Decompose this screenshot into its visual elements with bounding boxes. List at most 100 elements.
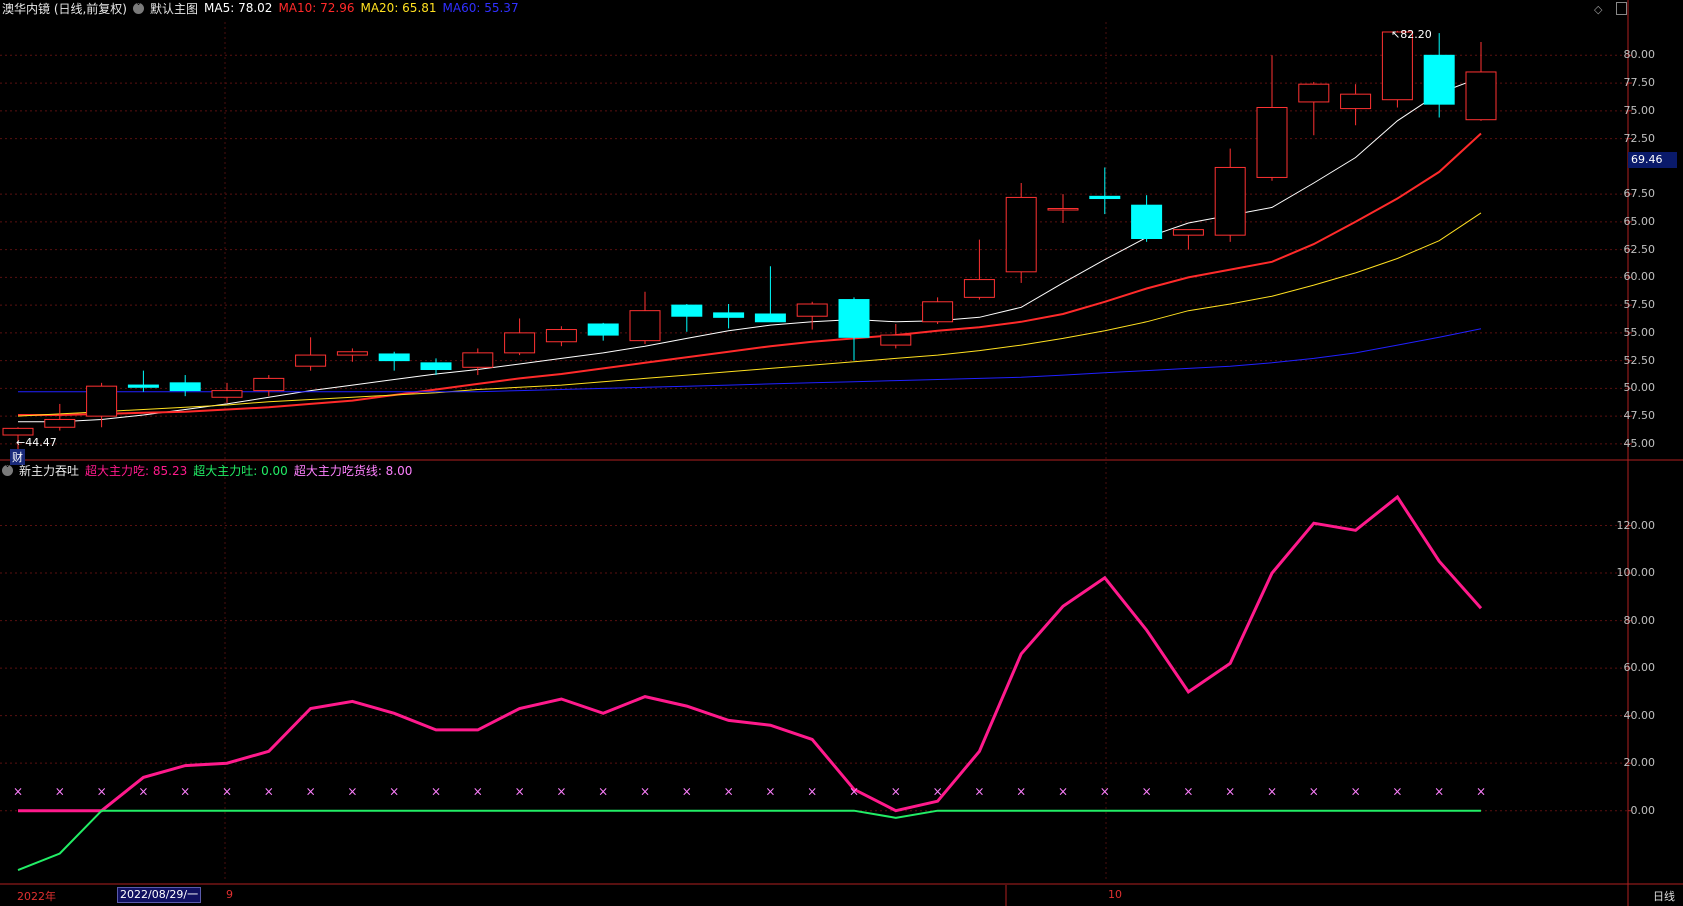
month-10-label: 10 [1108,888,1122,901]
price-tick-label: 45.00 [1623,436,1656,450]
eat-line-marker: × [222,785,232,799]
eat-line-marker: × [1392,785,1402,799]
price-tick-label: 60.00 [1623,270,1656,284]
price-tick-label: 57.50 [1623,298,1656,312]
candlestick [671,304,703,332]
candlestick [796,301,828,330]
candle-body [838,299,870,338]
candle-body [713,312,745,318]
price-tick-label: 72.50 [1623,131,1656,145]
eat-line-marker: × [1183,785,1193,799]
candlestick [838,297,870,361]
eat-line-marker: × [1058,785,1068,799]
candlestick [1298,81,1330,136]
candlestick [253,375,285,397]
eat-label: 超大主力吃: 85.23 [85,463,188,478]
eat-line-marker: × [389,785,399,799]
candlestick [169,375,201,397]
candle-body [1381,31,1413,101]
candle-body [2,427,34,436]
eat-line-marker: × [1434,785,1444,799]
candle-body [1131,204,1163,239]
ma20-label: MA20: 65.81 [360,1,437,15]
circle-chevron-icon[interactable]: ˅ [133,2,144,14]
price-tick-label: 55.00 [1623,325,1656,339]
eat-line-marker: × [347,785,357,799]
eat-line-marker: × [1351,785,1361,799]
eat-line-marker: × [55,785,65,799]
eat-line-marker: × [13,785,23,799]
eat-line-marker: × [974,785,984,799]
period-button[interactable]: 日线 [1653,888,1675,904]
circle-chevron-icon[interactable]: ˅ [2,464,13,476]
eat-line-marker: × [682,785,692,799]
price-tick-label: 67.50 [1623,187,1656,201]
candle-body [1298,83,1330,103]
price-tick-label: 75.00 [1623,103,1656,117]
eat-line-marker: × [180,785,190,799]
indicator-tick-label: 0.00 [1630,803,1656,817]
candlestick [1005,182,1037,283]
eat-line-marker: × [431,785,441,799]
candle-body [504,332,536,354]
eat-line-marker: × [1142,785,1152,799]
candlestick [713,304,745,329]
indicator-tick-label: 60.00 [1623,661,1656,675]
price-tick-label: 52.50 [1623,353,1656,367]
eat-line-marker: × [306,785,316,799]
candle-body [1089,195,1121,200]
indicator-tick-label: 20.00 [1623,756,1656,770]
indicator-name[interactable]: 新主力吞吐 [19,462,79,479]
candle-body [922,301,954,323]
candle-body [378,353,410,362]
ma60-label: MA60: 55.37 [442,1,519,15]
candle-body [462,352,494,368]
eat-line-marker: × [556,785,566,799]
eat-line-marker: × [1267,785,1277,799]
candle-body [295,354,327,367]
candle-body [44,418,76,428]
eat-line-marker: × [97,785,107,799]
low-annotation: ←44.47 [16,436,57,449]
candlestick [1381,30,1413,108]
year-label: 2022年 [17,890,56,903]
eat-line-marker: × [515,785,525,799]
candle-body [127,384,159,388]
candle-body [336,351,368,356]
price-tick-label: 62.50 [1623,242,1656,256]
candlestick [504,318,536,356]
candle-body [169,382,201,392]
price-tick-label: 80.00 [1623,48,1656,62]
month-9-label: 9 [226,888,233,901]
candlestick [86,382,118,428]
candle-body [963,279,995,298]
candle-body [1047,208,1079,211]
eat-line-marker: × [891,785,901,799]
candle-body [880,334,912,346]
diamond-icon[interactable]: ◇ [1594,3,1602,16]
candlestick [880,323,912,349]
indicator-header: ˅ 新主力吞吐 超大主力吃: 85.23 超大主力吐: 0.00 超大主力吃货线… [0,462,412,478]
candle-body [796,303,828,317]
eat-line-marker: × [1016,785,1026,799]
candlestick [629,291,661,344]
eat-line-marker: × [473,785,483,799]
panel-toggle-icon[interactable] [1616,2,1627,15]
ma10-label: MA10: 72.96 [278,1,355,15]
candle-body [253,377,285,392]
candlestick [295,337,327,371]
main-chart-label[interactable]: 默认主图 [150,0,198,17]
eat-line-marker: × [1100,785,1110,799]
chart-header: 澳华内镜 (日线,前复权) ˅ 默认主图 MA5: 78.02 MA10: 72… [0,0,519,16]
eat-line-marker: × [640,785,650,799]
candle-body [587,323,619,336]
chart-canvas[interactable]: × × × × × × × × × × × × × × × × × × × × × × × × × × × × × × × × × × × × [0,0,1683,906]
candlestick [963,239,995,300]
current-price-badge: 69.46 [1628,152,1677,168]
line-label: 超大主力吃货线: 8.00 [293,463,413,478]
indicator-tick-label: 80.00 [1623,613,1656,627]
eat-line-marker: × [264,785,274,799]
candlestick [1047,194,1079,223]
ma5-label: MA5: 78.02 [204,1,273,15]
candle-body [1005,196,1037,273]
